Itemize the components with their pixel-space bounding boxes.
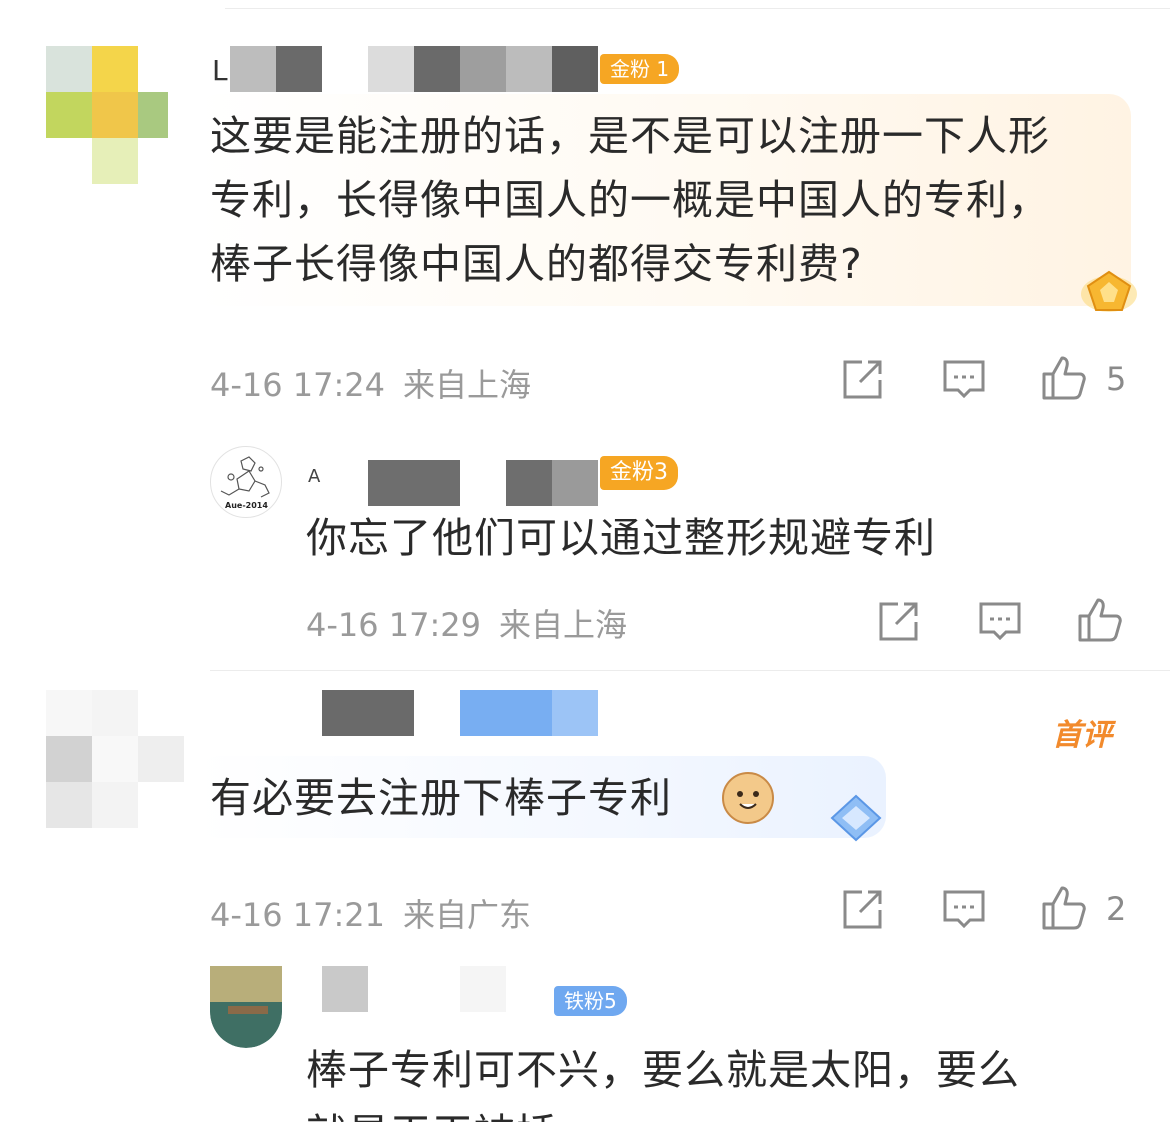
fan-badge: 金粉3 [600, 456, 678, 490]
timestamp: 4-16 17:29 [306, 606, 482, 644]
username-mosaic [230, 46, 600, 92]
like-count: 5 [1106, 360, 1127, 398]
fan-badge: 铁粉5 [554, 986, 627, 1016]
timestamp: 4-16 17:21 [210, 896, 386, 934]
avatar-caption: Aue-2014 [225, 501, 268, 510]
username-initial[interactable]: L [212, 54, 228, 87]
comment-icon[interactable] [942, 888, 986, 936]
like-count: 2 [1106, 890, 1127, 928]
comment-meta: 4-16 17:21 来自广东 [210, 890, 531, 936]
comment-meta: 4-16 17:24 来自上海 [210, 360, 531, 406]
reply-text-line1: 棒子专利可不兴，要么就是太阳，要么 [306, 1046, 1020, 1094]
comment-divider [210, 670, 1170, 671]
share-icon[interactable] [840, 358, 884, 406]
reply-avatar[interactable] [210, 966, 282, 1048]
share-icon[interactable] [840, 888, 884, 936]
thumbs-up-icon[interactable] [1040, 884, 1088, 936]
comment-icon[interactable] [978, 600, 1022, 648]
comment-icon[interactable] [942, 358, 986, 406]
location: 来自广东 [403, 896, 532, 934]
diamond-icon [826, 792, 886, 844]
comment-text: 这要是能注册的话，是不是可以注册一下人形专利，长得像中国人的一概是中国人的专利，… [210, 112, 1050, 288]
avatar[interactable] [46, 46, 168, 184]
top-divider [225, 8, 1170, 9]
thumbs-up-icon[interactable] [1040, 354, 1088, 406]
timestamp: 4-16 17:24 [210, 366, 386, 404]
reply-avatar[interactable]: Aue-2014 [210, 446, 282, 518]
fan-badge: 金粉 1 [600, 54, 680, 84]
username-mosaic [322, 690, 600, 736]
comment-text: 有必要去注册下棒子专利 [210, 774, 672, 822]
avatar[interactable] [46, 690, 184, 828]
reply-text-line2: 就是干干被插 [306, 1102, 1126, 1122]
reply-username-initial[interactable]: A [308, 466, 320, 487]
medal-icon [1078, 268, 1140, 316]
reply-username-mosaic [368, 460, 600, 506]
location: 来自上海 [403, 366, 532, 404]
location: 来自上海 [499, 606, 628, 644]
reply-meta: 4-16 17:29 来自上海 [306, 600, 627, 646]
thumbs-up-icon[interactable] [1076, 596, 1124, 648]
first-comment-tag: 首评 [1052, 718, 1112, 753]
reply-text: 你忘了他们可以通过整形规避专利 [306, 514, 936, 562]
share-icon[interactable] [876, 600, 920, 648]
reply-username-mosaic [322, 966, 554, 1012]
cat-emoji-icon [722, 772, 774, 824]
